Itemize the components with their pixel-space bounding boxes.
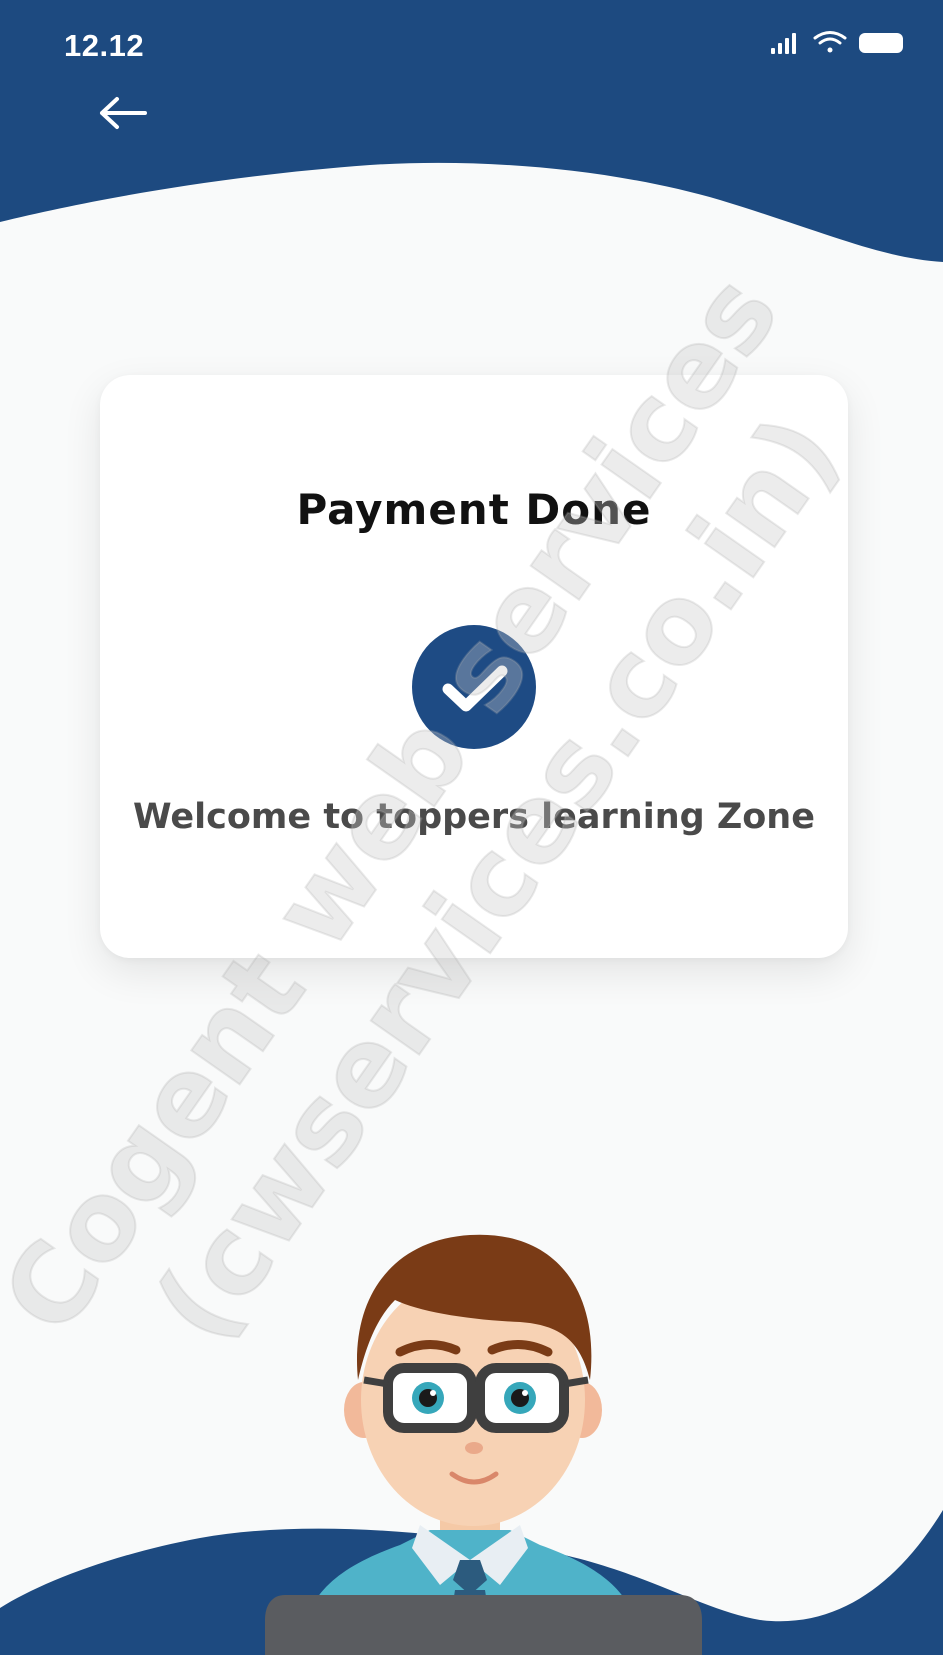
payment-success-screen: 12.12 Payment Done Welcome to toppers le… — [0, 0, 943, 1655]
student-illustration — [265, 1234, 702, 1655]
